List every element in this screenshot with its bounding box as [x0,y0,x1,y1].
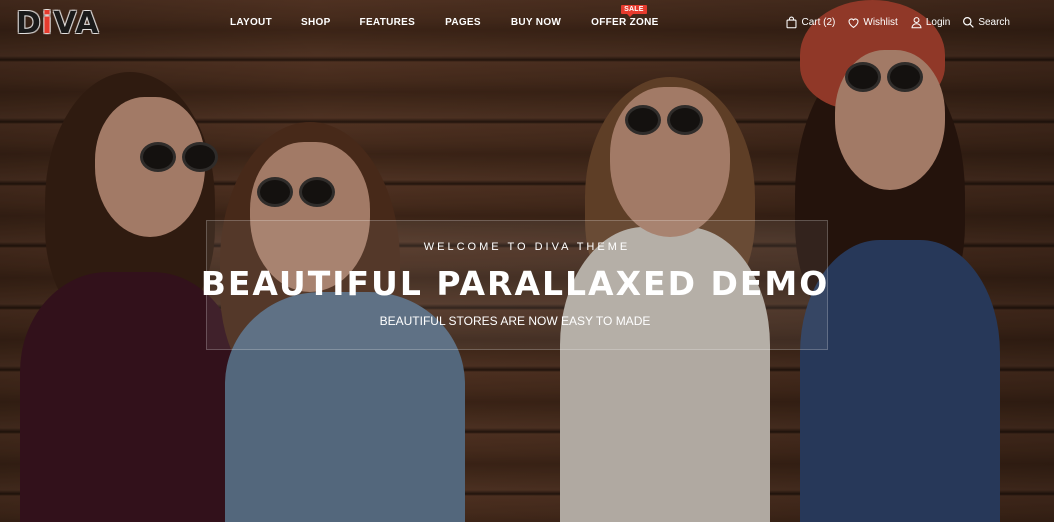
main-nav: LAYOUT SHOP FEATURES PAGES BUY NOW OFFER… [212,5,659,28]
brand-logo[interactable]: DiVA [16,8,100,40]
search-button[interactable]: Search [962,16,1010,29]
nav-item-features[interactable]: FEATURES [360,17,416,28]
logo-prefix: D [16,6,42,41]
cart-button[interactable]: Cart (2) [785,16,835,29]
user-icon [911,17,922,29]
hero-welcome-text: WELCOME TO DIVA THEME [423,241,631,253]
nav-item-shop[interactable]: SHOP [301,17,331,28]
logo-accent: i [41,6,54,41]
wishlist-label: Wishlist [863,17,898,28]
bag-icon [786,16,797,29]
cart-label: Cart (2) [801,17,836,28]
header-actions: Cart (2) Wishlist Login Search [785,16,1010,29]
heart-icon [848,18,859,28]
sale-badge: SALE [621,5,647,17]
nav-item-layout[interactable]: LAYOUT [230,17,272,28]
search-label: Search [978,17,1010,28]
login-label: Login [925,17,951,28]
nav-item-offer-zone[interactable]: OFFER ZONE SALE [591,5,659,28]
hero-headline: BEAUTIFUL PARALLAXED DEMO [200,264,830,303]
site-header: DiVA LAYOUT SHOP FEATURES PAGES BUY NOW … [0,0,1054,48]
nav-item-buy-now[interactable]: BUY NOW [511,17,561,28]
nav-item-pages[interactable]: PAGES [445,17,481,28]
nav-item-label: OFFER ZONE [591,17,659,28]
wishlist-button[interactable]: Wishlist [847,16,898,29]
login-button[interactable]: Login [910,16,950,29]
hero-banner: DiVA LAYOUT SHOP FEATURES PAGES BUY NOW … [0,0,1054,522]
logo-suffix: VA [53,6,100,41]
hero-subline: BEAUTIFUL STORES ARE NOW EASY TO MADE [379,314,651,328]
search-icon [963,17,975,28]
